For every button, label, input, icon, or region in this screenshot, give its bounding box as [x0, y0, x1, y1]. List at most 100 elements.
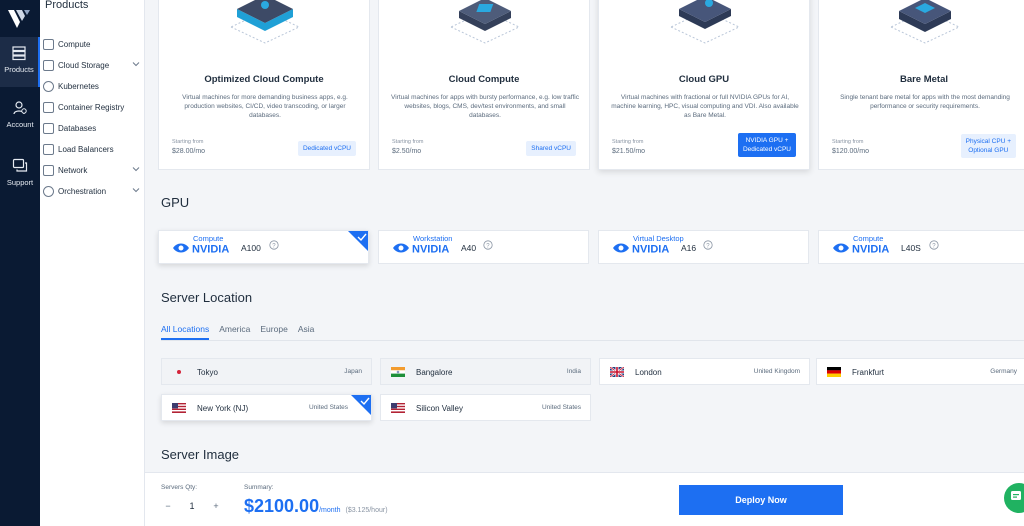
sidebar-item-label: Container Registry	[58, 102, 125, 112]
nvidia-logo-icon: NVIDIA	[833, 243, 889, 256]
tab-europe[interactable]: Europe	[260, 318, 287, 340]
location-card-new-york[interactable]: New York (NJ) United States	[161, 394, 372, 421]
badge-line: Physical CPU +	[965, 138, 1011, 145]
kubernetes-icon	[43, 80, 54, 92]
rail-item-support[interactable]: Support	[0, 150, 40, 200]
uk-flag-icon	[610, 367, 624, 377]
compute-icon	[43, 38, 54, 50]
selected-check-icon	[348, 231, 368, 251]
nvidia-logo-icon: NVIDIA	[173, 243, 229, 256]
nvidia-wordmark: NVIDIA	[192, 244, 229, 256]
tab-all-locations[interactable]: All Locations	[161, 318, 210, 340]
badge-line: Dedicated vCPU	[742, 146, 791, 153]
location-card-london[interactable]: London United Kingdom	[599, 358, 810, 385]
type-card-cloud-compute[interactable]: Cloud Compute Virtual machines for apps …	[378, 0, 590, 170]
type-card-bare-metal[interactable]: Bare Metal Single tenant bare metal for …	[818, 0, 1024, 170]
vultr-logo[interactable]	[6, 6, 34, 30]
type-card-optimized-cloud-compute[interactable]: Optimized Cloud Compute Virtual machines…	[158, 0, 370, 170]
gpu-card-l40s[interactable]: Compute NVIDIA L40S ?	[818, 230, 1024, 264]
sidebar-item-kubernetes[interactable]: Kubernetes	[40, 76, 145, 96]
help-icon[interactable]: ?	[483, 240, 493, 250]
server-image-section-title: Server Image	[161, 447, 240, 462]
location-city: London	[635, 368, 662, 377]
sidebar-item-compute[interactable]: Compute	[40, 34, 145, 54]
order-summary-bar: Servers Qty: − 1 + Summary: $2100.00/mon…	[145, 472, 1024, 526]
type-card-badge: Shared vCPU	[526, 141, 576, 156]
type-card-starting-label: Starting from	[832, 139, 864, 145]
help-icon[interactable]: ?	[269, 240, 279, 250]
gpu-model: A40	[461, 243, 477, 253]
help-icon[interactable]: ?	[703, 240, 713, 250]
storage-icon	[43, 59, 54, 71]
sidebar-item-container-registry[interactable]: Container Registry	[40, 97, 145, 117]
network-icon	[43, 164, 54, 176]
type-card-price: $2.50/mo	[392, 148, 422, 155]
japan-flag-icon	[172, 367, 186, 377]
server-illustration-icon	[229, 0, 301, 44]
server-stack-icon	[12, 46, 26, 61]
chevron-down-icon	[132, 62, 140, 67]
location-city: Frankfurt	[852, 368, 885, 377]
increment-button[interactable]: +	[209, 501, 223, 511]
gpu-section-title: GPU	[161, 195, 190, 210]
rail-label-support: Support	[6, 178, 34, 187]
sidebar-item-cloud-storage[interactable]: Cloud Storage	[40, 55, 145, 75]
sidebar-item-orchestration[interactable]: Orchestration	[40, 181, 145, 201]
server-illustration-icon	[449, 0, 521, 44]
location-city: New York (NJ)	[197, 404, 249, 413]
chevron-down-icon	[132, 167, 140, 172]
location-card-frankfurt[interactable]: Frankfurt Germany	[816, 358, 1024, 385]
location-card-bangalore[interactable]: Bangalore India	[380, 358, 591, 385]
sidebar-title: Products	[45, 0, 89, 11]
product-sidebar: Products Compute Cloud Storage Kubernete…	[40, 0, 145, 526]
location-section-title: Server Location	[161, 290, 253, 305]
type-card-price: $28.00/mo	[172, 148, 206, 155]
location-country: Germany	[990, 368, 1017, 375]
sidebar-item-label: Cloud Storage	[58, 60, 110, 70]
tab-asia[interactable]: Asia	[298, 318, 315, 340]
monthly-price: $2100.00	[244, 496, 320, 516]
location-country: United States	[541, 404, 581, 411]
type-card-starting-label: Starting from	[612, 139, 644, 145]
sidebar-item-label: Databases	[58, 123, 97, 133]
servers-qty-label: Servers Qty:	[161, 484, 198, 491]
tabs-divider	[161, 340, 1024, 341]
type-card-price: $120.00/mo	[832, 148, 869, 155]
badge-line: Optional GPU	[968, 147, 1009, 154]
gpu-model: A100	[241, 243, 261, 253]
chat-widget-button[interactable]	[1004, 483, 1024, 513]
type-card-description: Virtual machines with fractional or full…	[611, 94, 799, 119]
us-flag-icon	[391, 403, 405, 413]
rail-item-products[interactable]: Products	[0, 37, 40, 87]
nvidia-wordmark: NVIDIA	[852, 244, 889, 256]
type-card-title: Cloud Compute	[448, 74, 520, 85]
sidebar-item-label: Network	[58, 165, 88, 175]
deploy-now-button[interactable]: Deploy Now	[679, 485, 843, 515]
type-card-description: Single tenant bare metal for apps with t…	[840, 94, 1010, 110]
chevron-down-icon	[132, 188, 140, 193]
decrement-button[interactable]: −	[161, 501, 175, 511]
tab-america[interactable]: America	[219, 318, 250, 340]
rail-label-account: Account	[6, 120, 34, 129]
quantity-value[interactable]: 1	[175, 501, 209, 511]
type-card-price: $21.50/mo	[612, 148, 646, 155]
location-card-tokyo[interactable]: Tokyo Japan	[161, 358, 372, 385]
nvidia-wordmark: NVIDIA	[412, 244, 449, 256]
type-card-cloud-gpu[interactable]: Cloud GPU Virtual machines with fraction…	[598, 0, 810, 170]
rail-item-account[interactable]: Account	[0, 92, 40, 142]
location-city: Bangalore	[416, 368, 453, 377]
summary-label: Summary:	[244, 484, 274, 491]
help-icon[interactable]: ?	[929, 240, 939, 250]
gpu-card-a100[interactable]: Compute NVIDIA A100 ?	[158, 230, 369, 264]
sidebar-item-label: Load Balancers	[58, 144, 114, 154]
chat-bubble-icon	[1011, 491, 1021, 500]
type-card-starting-label: Starting from	[172, 139, 204, 145]
sidebar-item-load-balancers[interactable]: Load Balancers	[40, 139, 145, 159]
gpu-card-a40[interactable]: Workstation NVIDIA A40 ?	[378, 230, 589, 264]
location-card-silicon-valley[interactable]: Silicon Valley United States	[380, 394, 591, 421]
sidebar-item-network[interactable]: Network	[40, 160, 145, 180]
gpu-card-a16[interactable]: Virtual Desktop NVIDIA A16 ?	[598, 230, 809, 264]
sidebar-item-databases[interactable]: Databases	[40, 118, 145, 138]
location-country: Japan	[344, 368, 362, 375]
sidebar-item-label: Compute	[58, 39, 91, 49]
